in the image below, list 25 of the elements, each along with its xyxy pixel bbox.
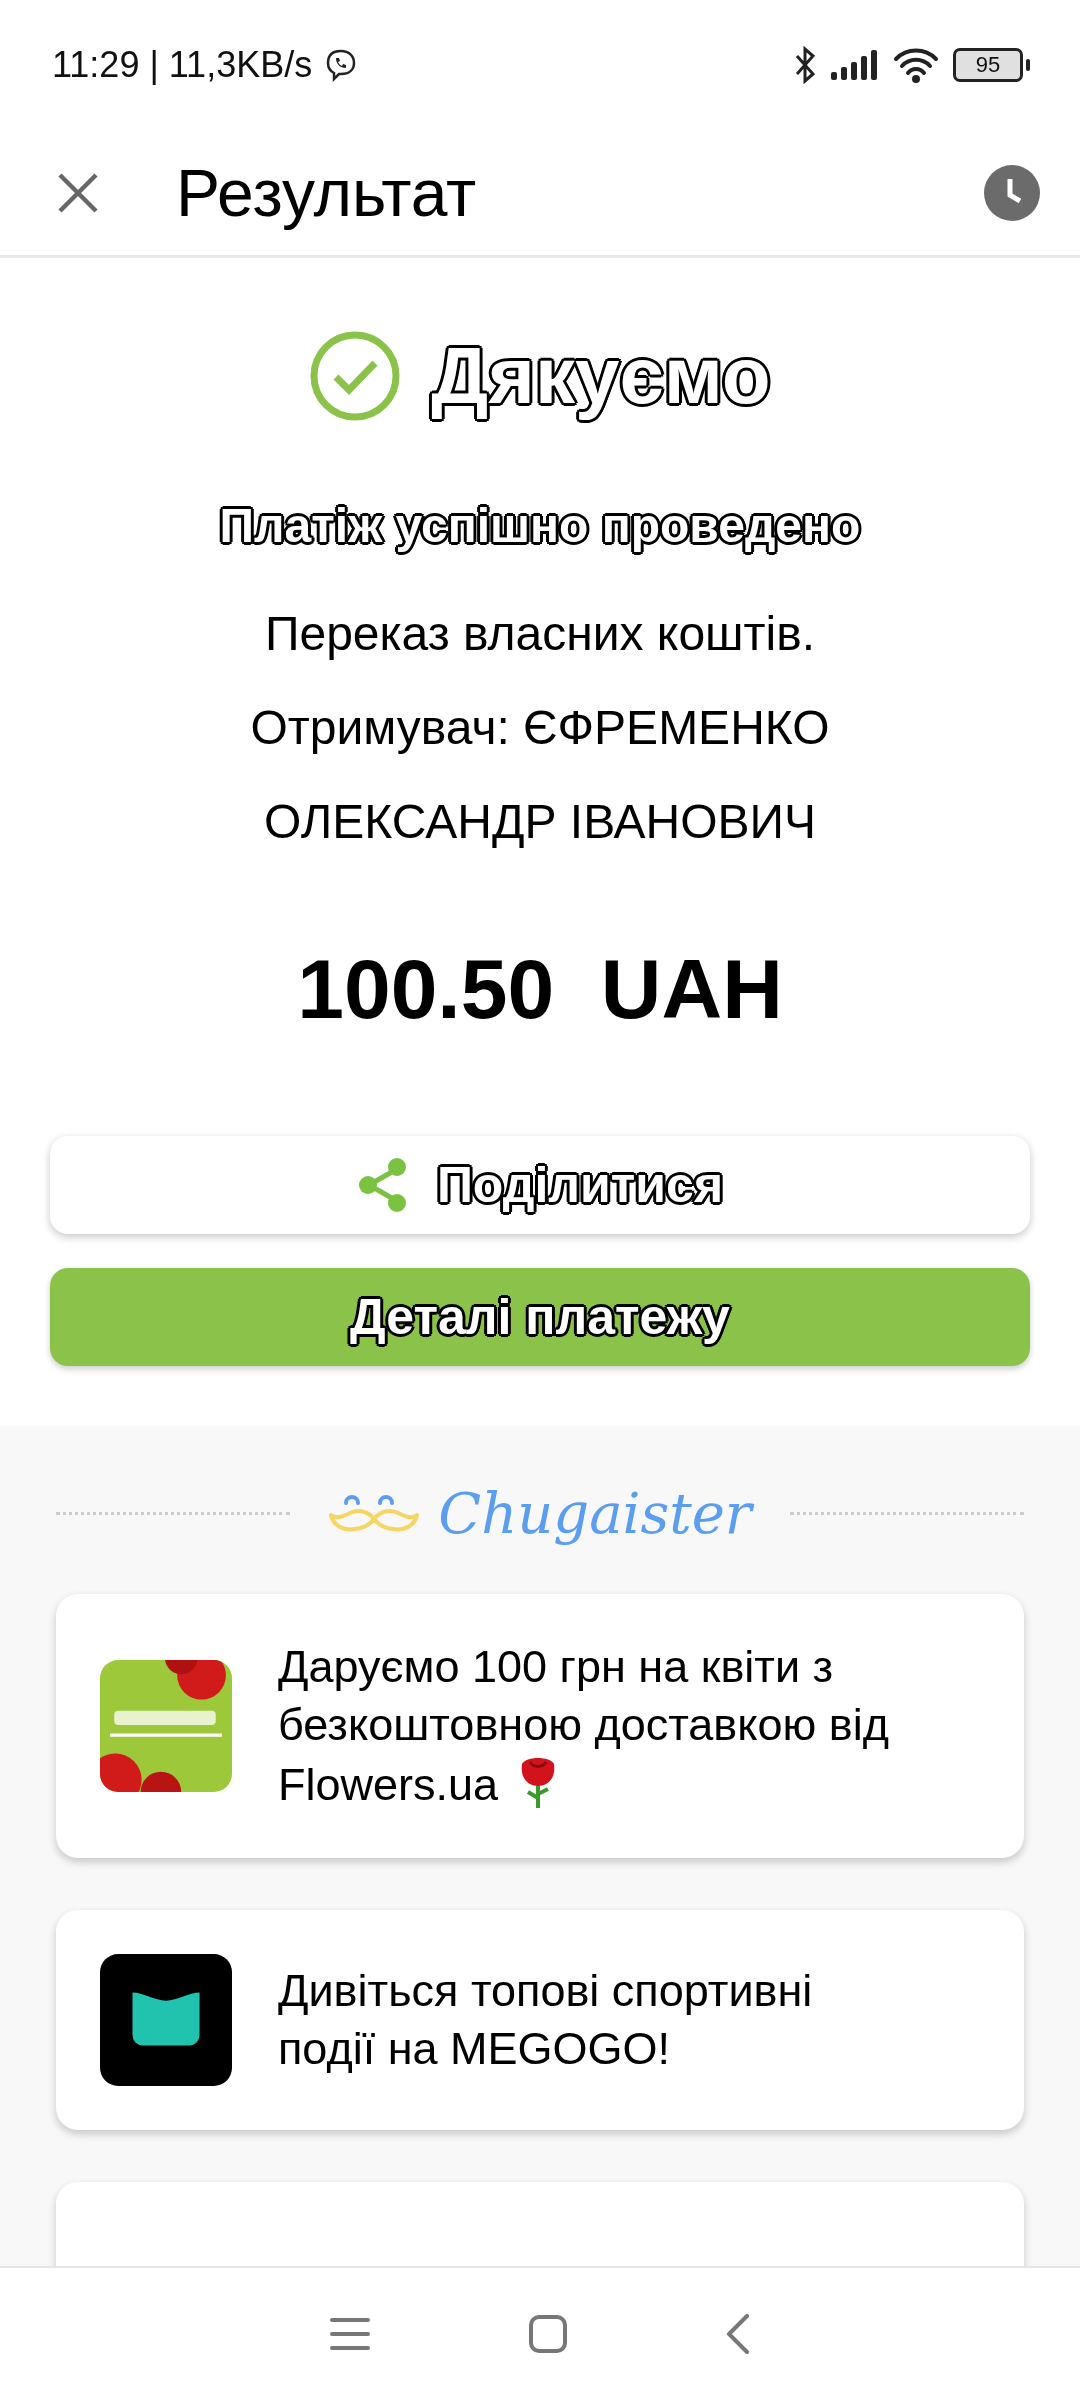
offer-text: Даруємо 100 грн на квіти з безкоштовною доставкою від Flowers.ua	[278, 1640, 890, 1812]
clock-icon[interactable]	[984, 164, 1040, 221]
share-button[interactable]: Поділитися	[50, 1136, 1030, 1234]
back-icon[interactable]	[726, 2314, 751, 2354]
roses-logo-icon	[100, 1660, 232, 1792]
thanks-heading: Дякуємо	[431, 330, 771, 422]
bluetooth-icon	[793, 46, 817, 84]
megogo-logo-icon	[100, 1954, 232, 2086]
offer-card[interactable]: Даруємо 100 грн на квіти з безкоштовною доставкою від Flowers.ua	[56, 1594, 1024, 1858]
menu-icon[interactable]	[329, 2317, 370, 2351]
amount: 100.50 UAH	[297, 941, 783, 1038]
success-message: Платіж успішно проведено	[219, 498, 861, 553]
check-circle-icon	[309, 330, 402, 422]
page-title: Результат	[176, 154, 478, 231]
transfer-description-line: Переказ власних коштів.	[264, 606, 816, 662]
share-icon	[356, 1157, 409, 1213]
close-icon[interactable]	[57, 171, 99, 214]
home-icon[interactable]	[529, 2315, 567, 2353]
offer-text: Дивіться топові спортивні події на MEGOGO!	[278, 1964, 814, 2076]
offer-card[interactable]: Дивіться топові спортивні події на MEGOGO!	[56, 1910, 1024, 2130]
status-time: 11:29 | 11,3KB/s	[52, 44, 313, 86]
signal-icon	[831, 50, 879, 80]
transfer-description-line: ОЛЕКСАНДР ІВАНОВИЧ	[263, 794, 817, 850]
transfer-description-line: Отримувач: ЄФРЕМЕНКО	[250, 700, 830, 756]
wifi-icon	[893, 47, 939, 83]
